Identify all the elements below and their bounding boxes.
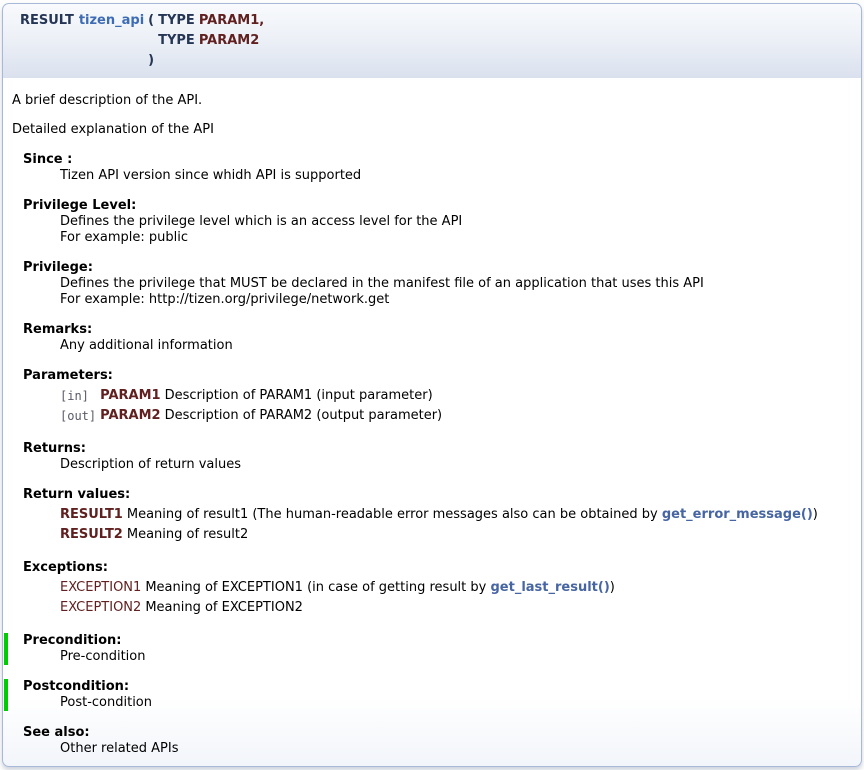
section-title: Returns: <box>23 441 853 457</box>
section-title: Since : <box>23 152 853 168</box>
function-name-link[interactable]: tizen_api <box>79 13 144 28</box>
close-paren: ) <box>148 51 154 71</box>
return-type: RESULT <box>20 13 74 28</box>
prototype-row: TYPE PARAM2 <box>20 31 264 51</box>
section-title: Precondition: <box>23 633 853 649</box>
section-text: Any additional information <box>60 338 853 354</box>
section-text: Pre-condition <box>60 649 853 665</box>
section-remarks: Remarks: Any additional information <box>23 322 853 354</box>
return-value-description: Meaning of result1 (The human-readable e… <box>127 506 822 524</box>
return-value-row: RESULT2 Meaning of result2 <box>60 526 822 544</box>
section-privilege: Privilege: Defines the privilege that MU… <box>23 260 853 308</box>
prototype-table: RESULT tizen_api ( TYPE PARAM1, TYPE PARA… <box>16 11 268 71</box>
section-privilege-level: Privilege Level: Defines the privilege l… <box>23 198 853 246</box>
section-postcondition: Postcondition: Post-condition <box>4 679 853 711</box>
param-name: PARAM2 <box>100 407 164 425</box>
section-title: Exceptions: <box>23 560 853 576</box>
param-direction: [in] <box>60 387 100 405</box>
section-since: Since : Tizen API version since whidh AP… <box>23 152 853 184</box>
detailed-description: Detailed explanation of the API <box>12 122 853 138</box>
param-type: TYPE <box>158 31 195 51</box>
section-parameters: Parameters: [in] PARAM1 Description of P… <box>23 368 853 427</box>
brief-description: A brief description of the API. <box>12 93 853 109</box>
section-text: Description of return values <box>60 457 853 473</box>
section-text: For example: public <box>60 230 853 246</box>
get-last-result-link[interactable]: get_last_result() <box>490 580 609 595</box>
param-name: PARAM2 <box>199 31 264 51</box>
exception-row: EXCEPTION2 Meaning of EXCEPTION2 <box>60 599 619 617</box>
section-returns: Returns: Description of return values <box>23 441 853 473</box>
return-value-row: RESULT1 Meaning of result1 (The human-re… <box>60 506 822 524</box>
section-title: See also: <box>23 725 853 741</box>
section-title: Privilege: <box>23 260 853 276</box>
section-text: Other related APIs <box>60 741 853 757</box>
exception-name: EXCEPTION1 <box>60 579 145 597</box>
api-doc-card: RESULT tizen_api ( TYPE PARAM1, TYPE PARA… <box>2 3 862 767</box>
section-return-values: Return values: RESULT1 Meaning of result… <box>23 487 853 546</box>
exceptions-table: EXCEPTION1 Meaning of EXCEPTION1 (in cas… <box>60 577 619 619</box>
section-text: Post-condition <box>60 695 853 711</box>
section-title: Privilege Level: <box>23 198 853 214</box>
function-documentation: A brief description of the API. Detailed… <box>2 78 862 767</box>
page: RESULT tizen_api ( TYPE PARAM1, TYPE PARA… <box>0 0 864 770</box>
parameters-table: [in] PARAM1 Description of PARAM1 (input… <box>60 385 446 427</box>
param-name: PARAM1 <box>100 387 164 405</box>
param-direction: [out] <box>60 407 100 425</box>
param-type: TYPE <box>158 11 195 31</box>
prototype-row: RESULT tizen_api ( TYPE PARAM1, <box>20 11 264 31</box>
section-text: Defines the privilege that MUST be decla… <box>60 276 853 292</box>
get-error-message-link[interactable]: get_error_message() <box>662 507 813 522</box>
exception-description: Meaning of EXCEPTION1 (in case of gettin… <box>145 579 619 597</box>
open-paren: ( <box>148 11 154 31</box>
parameter-row: [in] PARAM1 Description of PARAM1 (input… <box>60 387 446 405</box>
return-values-table: RESULT1 Meaning of result1 (The human-re… <box>60 504 822 546</box>
section-title: Postcondition: <box>23 679 853 695</box>
param-description: Description of PARAM2 (output parameter) <box>165 407 447 425</box>
return-value-name: RESULT1 <box>60 506 127 524</box>
param-name: PARAM1, <box>199 11 264 31</box>
function-name-cell: RESULT tizen_api <box>20 11 144 31</box>
section-exceptions: Exceptions: EXCEPTION1 Meaning of EXCEPT… <box>23 560 853 619</box>
section-title: Return values: <box>23 487 853 503</box>
return-value-description: Meaning of result2 <box>127 526 822 544</box>
section-title: Remarks: <box>23 322 853 338</box>
section-text: For example: http://tizen.org/privilege/… <box>60 292 853 308</box>
section-see-also: See also: Other related APIs <box>23 725 853 757</box>
exception-row: EXCEPTION1 Meaning of EXCEPTION1 (in cas… <box>60 579 619 597</box>
section-precondition: Precondition: Pre-condition <box>4 633 853 665</box>
function-prototype: RESULT tizen_api ( TYPE PARAM1, TYPE PARA… <box>2 3 862 78</box>
exception-description: Meaning of EXCEPTION2 <box>145 599 619 617</box>
prototype-row: ) <box>20 51 264 71</box>
section-title: Parameters: <box>23 368 853 384</box>
section-text: Defines the privilege level which is an … <box>60 214 853 230</box>
section-text: Tizen API version since whidh API is sup… <box>60 168 853 184</box>
exception-name: EXCEPTION2 <box>60 599 145 617</box>
param-description: Description of PARAM1 (input parameter) <box>165 387 447 405</box>
parameter-row: [out] PARAM2 Description of PARAM2 (outp… <box>60 407 446 425</box>
return-value-name: RESULT2 <box>60 526 127 544</box>
